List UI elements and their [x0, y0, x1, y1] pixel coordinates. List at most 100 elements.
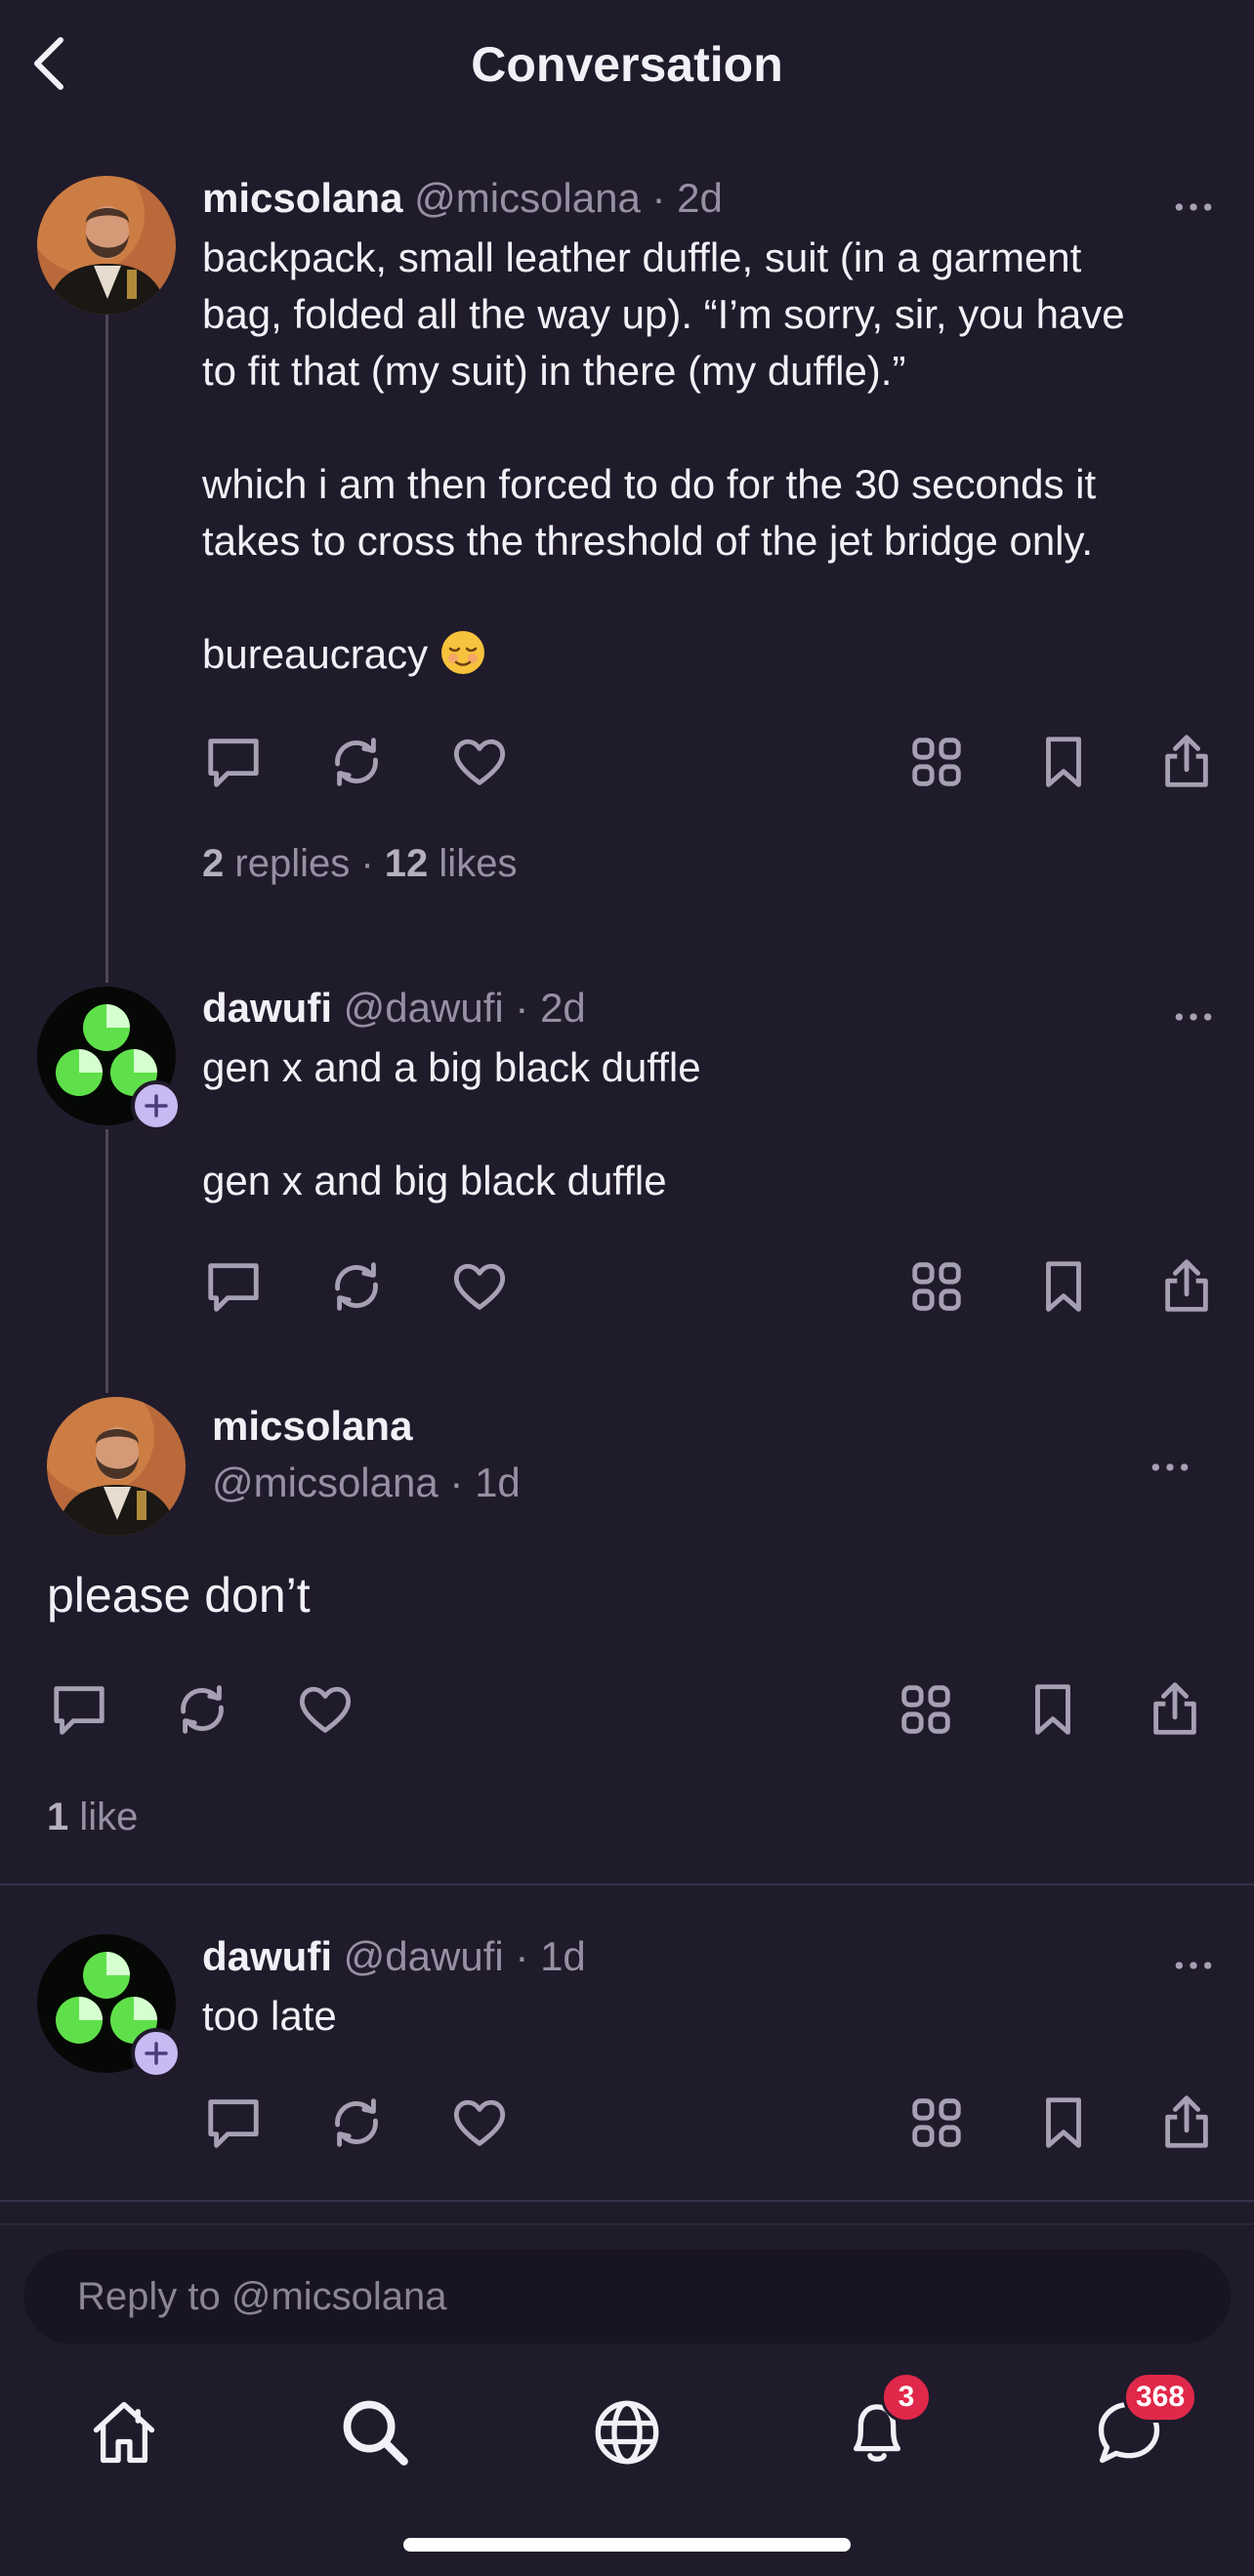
post-stats: 2 replies · 12 likes: [202, 842, 517, 886]
repost-button[interactable]: [168, 1675, 236, 1744]
author-name[interactable]: dawufi: [202, 985, 332, 1031]
like-icon: [449, 1256, 510, 1317]
bookmark-button[interactable]: [1029, 728, 1098, 796]
relieved-face-emoji: [440, 631, 484, 674]
likes-stat[interactable]: 12 likes: [385, 842, 518, 885]
author-handle[interactable]: @dawufi: [344, 1933, 504, 1979]
repost-button[interactable]: [322, 728, 391, 796]
grid-button[interactable]: [902, 2089, 971, 2157]
post-text: please don’t: [47, 1563, 311, 1627]
more-icon: [1172, 199, 1215, 215]
author-name[interactable]: micsolana: [202, 175, 402, 221]
tab-notifications[interactable]: 3: [828, 2372, 932, 2481]
timestamp: 1d: [475, 1459, 521, 1505]
repost-icon: [326, 732, 387, 792]
share-button[interactable]: [1152, 2089, 1221, 2157]
post-line: takes to cross the threshold of the jet …: [202, 518, 1094, 564]
reply-icon: [203, 2092, 264, 2153]
post-actions: [0, 728, 1254, 796]
like-icon: [449, 2092, 510, 2153]
post-stats: 1 like: [47, 1795, 138, 1839]
repost-button[interactable]: [322, 1252, 391, 1321]
author-name[interactable]: dawufi: [202, 1933, 332, 1979]
tab-messages[interactable]: 368: [1080, 2372, 1197, 2481]
like-button[interactable]: [445, 2089, 514, 2157]
replies-count: 2: [202, 842, 225, 885]
bookmark-icon: [1033, 2092, 1094, 2153]
reply-button[interactable]: [199, 1252, 268, 1321]
author-name[interactable]: micsolana: [212, 1403, 412, 1449]
post-line: which i am then forced to do for the 30 …: [202, 461, 1097, 507]
timestamp: 2d: [677, 175, 723, 221]
tab-home[interactable]: [75, 2384, 173, 2481]
separator: ·: [515, 1933, 529, 1979]
like-button[interactable]: [445, 1252, 514, 1321]
likes-label: like: [79, 1795, 139, 1838]
grid-button[interactable]: [902, 728, 971, 796]
replies-stat[interactable]: 2 replies: [202, 842, 350, 885]
separator: ·: [515, 985, 529, 1031]
tab-search[interactable]: [326, 2384, 424, 2481]
bookmark-button[interactable]: [1029, 1252, 1098, 1321]
timestamp: 2d: [540, 985, 586, 1031]
post-actions: [0, 2089, 1254, 2157]
more-button[interactable]: [1164, 188, 1223, 227]
divider: [0, 2200, 1254, 2202]
post-line: too late: [202, 1993, 337, 2039]
reply-icon: [203, 1256, 264, 1317]
bookmark-button[interactable]: [1029, 2089, 1098, 2157]
reply-button[interactable]: [199, 728, 268, 796]
plus-icon: [141, 2038, 172, 2069]
bookmark-button[interactable]: [1019, 1675, 1087, 1744]
follow-button[interactable]: [131, 2028, 182, 2079]
post-meta: dawufi @dawufi · 2d: [202, 979, 586, 1037]
separator: ·: [651, 175, 666, 221]
more-icon: [1149, 1459, 1191, 1475]
more-button[interactable]: [1164, 997, 1223, 1036]
author-handle[interactable]: @micsolana: [414, 175, 641, 221]
post-text: gen x and a big black duffle gen x and b…: [202, 1039, 701, 1209]
reply-input[interactable]: Reply to @micsolana: [23, 2250, 1231, 2344]
post-actions: [0, 1675, 1254, 1744]
avatar[interactable]: [47, 1397, 186, 1536]
likes-count: 12: [384, 842, 429, 885]
plus-icon: [141, 1090, 172, 1121]
stats-separator: ·: [360, 842, 374, 885]
notifications-badge: 3: [881, 2372, 932, 2423]
post-line: gen x and a big black duffle: [202, 1044, 701, 1090]
grid-icon: [906, 732, 967, 792]
reply-button[interactable]: [199, 2089, 268, 2157]
more-button[interactable]: [1164, 1946, 1223, 1985]
messages-badge: 368: [1123, 2372, 1197, 2423]
like-button[interactable]: [445, 728, 514, 796]
post-line: backpack, small leather duffle, suit (in…: [202, 234, 1082, 280]
post-line: bag, folded all the way up). “I’m sorry,…: [202, 291, 1125, 337]
post-line: gen x and big black duffle: [202, 1158, 667, 1204]
likes-stat[interactable]: 1 like: [47, 1795, 138, 1838]
home-indicator[interactable]: [403, 2538, 851, 2552]
share-button[interactable]: [1141, 1675, 1209, 1744]
repost-icon: [326, 2092, 387, 2153]
more-icon: [1172, 1009, 1215, 1025]
avatar[interactable]: [37, 176, 176, 315]
like-button[interactable]: [291, 1675, 359, 1744]
grid-button[interactable]: [902, 1252, 971, 1321]
repost-icon: [172, 1679, 232, 1740]
grid-button[interactable]: [892, 1675, 960, 1744]
bookmark-icon: [1033, 1256, 1094, 1317]
repost-button[interactable]: [322, 2089, 391, 2157]
globe-icon: [595, 2400, 659, 2465]
reply-button[interactable]: [45, 1675, 113, 1744]
post-text: backpack, small leather duffle, suit (in…: [202, 230, 1125, 683]
share-button[interactable]: [1152, 728, 1221, 796]
follow-button[interactable]: [131, 1080, 182, 1131]
header: Conversation: [0, 0, 1254, 127]
like-icon: [449, 732, 510, 792]
thread-line: [105, 315, 108, 983]
more-button[interactable]: [1141, 1448, 1199, 1487]
author-handle[interactable]: @dawufi: [344, 985, 504, 1031]
tab-feeds[interactable]: [578, 2384, 676, 2481]
author-handle[interactable]: @micsolana: [212, 1459, 439, 1505]
home-icon: [93, 2401, 155, 2464]
share-button[interactable]: [1152, 1252, 1221, 1321]
